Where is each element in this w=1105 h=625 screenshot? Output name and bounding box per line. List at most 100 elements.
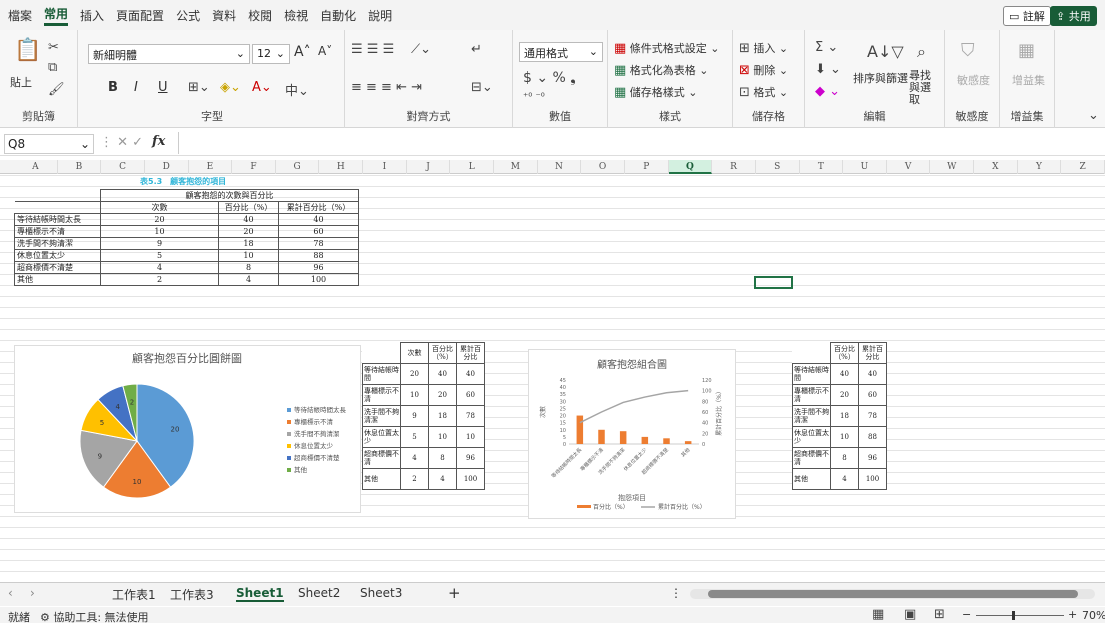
find-select-button[interactable]: 尋找與選取 xyxy=(909,70,939,106)
zoom-slider-thumb[interactable] xyxy=(1012,611,1015,620)
normal-view-icon[interactable]: ▦ xyxy=(872,607,884,622)
menu-item[interactable]: 檢視 xyxy=(284,7,308,24)
combo-bar[interactable] xyxy=(576,415,584,444)
cut-icon[interactable]: ✂ xyxy=(48,40,59,55)
border-icon[interactable]: ⊞⌄ xyxy=(188,80,210,95)
insert-function-button[interactable]: fx xyxy=(152,134,165,149)
column-header-q[interactable]: Q xyxy=(668,160,713,174)
column-header-j[interactable]: J xyxy=(407,160,451,174)
comment-button[interactable]: ▭ 註解 xyxy=(1003,6,1051,26)
number-format-select[interactable]: 通用格式 ⌄ xyxy=(519,42,603,62)
sort-filter-icon[interactable]: A↓▽ xyxy=(867,42,904,61)
next-sheet-icon[interactable]: › xyxy=(30,586,35,600)
align-top-icon[interactable]: ☰ ☰ ☰ xyxy=(351,42,394,57)
column-header-c[interactable]: C xyxy=(101,160,145,174)
combo-bar[interactable] xyxy=(598,429,605,444)
autosum-icon[interactable]: Σ ⌄ xyxy=(815,40,838,55)
wrap-text-icon[interactable]: ↵ xyxy=(471,42,482,57)
horizontal-scrollbar[interactable] xyxy=(690,589,1095,599)
column-header-m[interactable]: M xyxy=(494,160,538,174)
increase-font-icon[interactable]: A˄ xyxy=(294,44,311,60)
conditional-format-button[interactable]: ▦ 條件式格式設定 ⌄ xyxy=(614,40,720,56)
tab-sheet-3[interactable]: 工作表3 xyxy=(170,586,214,603)
menu-item[interactable]: 檔案 xyxy=(8,7,32,24)
column-header-f[interactable]: F xyxy=(232,160,276,174)
decrease-font-icon[interactable]: A˅ xyxy=(318,44,332,58)
menu-item[interactable]: 說明 xyxy=(368,7,392,24)
column-header-x[interactable]: X xyxy=(974,160,1018,174)
zoom-in-icon[interactable]: + xyxy=(1068,608,1077,621)
menu-item[interactable]: 常用 xyxy=(44,5,69,26)
column-header-a[interactable]: A xyxy=(14,160,58,174)
column-header-t[interactable]: T xyxy=(800,160,844,174)
italic-button[interactable]: I xyxy=(134,80,138,95)
paste-label[interactable]: 貼上 xyxy=(10,74,32,90)
fill-color-icon[interactable]: ◈⌄ xyxy=(220,80,241,95)
column-header-e[interactable]: E xyxy=(189,160,233,174)
column-header-l[interactable]: L xyxy=(450,160,495,174)
column-header-b[interactable]: B xyxy=(58,160,102,174)
merge-icon[interactable]: ⊟⌄ xyxy=(471,80,493,95)
formula-input[interactable] xyxy=(178,132,1098,154)
column-header-s[interactable]: S xyxy=(756,160,800,174)
menu-item[interactable]: 資料 xyxy=(212,7,236,24)
column-header-n[interactable]: N xyxy=(538,160,582,174)
sort-filter-button[interactable]: 排序與篩選 xyxy=(853,70,908,86)
name-box[interactable]: Q8 ⌄ xyxy=(4,134,94,154)
pie-chart[interactable]: 顧客抱怨百分比圓餅圖 20 10 9 5 4 2 等待結帳時間太長 專櫃標示不清 洗手間不夠清潔休… xyxy=(14,345,361,513)
font-name-select[interactable]: 新細明體 ⌄ xyxy=(88,44,250,64)
column-header-h[interactable]: H xyxy=(319,160,364,174)
currency-icon[interactable]: $ ⌄ % ❟ xyxy=(523,70,576,86)
menu-item[interactable]: 公式 xyxy=(176,7,200,24)
decimal-icon[interactable]: ⁺⁰ ⁻⁰ xyxy=(523,92,545,103)
menu-item[interactable]: 頁面配置 xyxy=(116,7,164,24)
combo-bar[interactable] xyxy=(641,436,649,444)
sensitivity-icon[interactable]: ⛉ xyxy=(961,40,975,61)
selected-cell[interactable] xyxy=(754,276,793,289)
column-header-i[interactable]: I xyxy=(363,160,407,174)
scrollbar-thumb[interactable] xyxy=(708,590,1078,598)
column-header-p[interactable]: P xyxy=(625,160,669,174)
cumulative-line[interactable] xyxy=(579,389,689,424)
copy-icon[interactable]: ⧉ xyxy=(48,60,57,75)
zoom-slider[interactable] xyxy=(976,611,1064,620)
menu-item[interactable]: 自動化 xyxy=(320,7,356,24)
format-as-table-button[interactable]: ▦ 格式化為表格 ⌄ xyxy=(614,62,709,78)
delete-cells-button[interactable]: ⊠ 刪除 ⌄ xyxy=(739,62,788,78)
combo-bar[interactable] xyxy=(663,438,670,444)
column-header-v[interactable]: V xyxy=(887,160,931,174)
page-break-icon[interactable]: ⊞ xyxy=(934,607,945,622)
find-icon[interactable]: ⌕ xyxy=(917,42,926,62)
menu-item[interactable]: 校閱 xyxy=(248,7,272,24)
prev-sheet-icon[interactable]: ‹ xyxy=(8,586,13,600)
insert-cells-button[interactable]: ⊞ 插入 ⌄ xyxy=(739,40,788,56)
collapse-ribbon-icon[interactable]: ⌄ xyxy=(1088,108,1099,123)
combo-chart[interactable]: 顧客抱怨組合圖 45 40 35 30 25 20 15 10 5 0 120 100 80 60 40 20 0… xyxy=(528,349,736,519)
bold-button[interactable]: B xyxy=(108,80,118,95)
cancel-formula-icon[interactable]: ⋮ ✕ ✓ xyxy=(100,135,143,150)
column-header-z[interactable]: Z xyxy=(1061,160,1105,174)
tab-sheet-1[interactable]: 工作表1 xyxy=(112,586,156,603)
addins-icon[interactable]: ▦ xyxy=(1018,40,1035,61)
column-header-r[interactable]: R xyxy=(712,160,756,174)
tab-options-icon[interactable]: ⋮ xyxy=(670,586,682,600)
sensitivity-button[interactable]: 敏感度 xyxy=(957,72,990,88)
zoom-out-icon[interactable]: − xyxy=(962,608,971,621)
phonetic-icon[interactable]: 中⌄ xyxy=(285,80,309,99)
page-layout-icon[interactable]: ▣ xyxy=(904,607,916,622)
addins-button[interactable]: 增益集 xyxy=(1012,72,1045,88)
combo-bar[interactable] xyxy=(684,441,692,444)
column-header-g[interactable]: G xyxy=(276,160,320,174)
share-button[interactable]: ⇪ 共用 xyxy=(1050,6,1097,26)
combo-bar[interactable] xyxy=(619,431,627,444)
column-header-u[interactable]: U xyxy=(843,160,887,174)
tab-sheet2[interactable]: Sheet2 xyxy=(298,586,340,600)
column-header-o[interactable]: O xyxy=(581,160,625,174)
underline-button[interactable]: U xyxy=(158,80,168,95)
column-header-d[interactable]: D xyxy=(145,160,189,174)
format-painter-icon[interactable]: 🖌 xyxy=(48,82,65,97)
paste-icon[interactable]: 📋 xyxy=(14,38,41,63)
orientation-icon[interactable]: ⟋⌄ xyxy=(411,42,431,57)
add-sheet-icon[interactable]: + xyxy=(448,584,461,602)
menu-item[interactable]: 插入 xyxy=(80,7,104,24)
